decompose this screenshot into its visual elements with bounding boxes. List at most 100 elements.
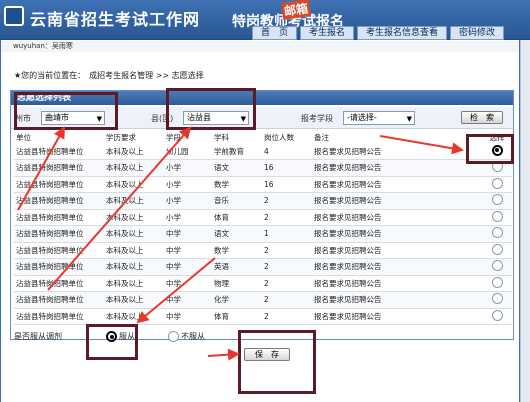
- table-row: 沾益县特岗招聘单位 本科及以上 小学 音乐 2 报名要求见招聘公告: [14, 192, 512, 210]
- row-select-radio[interactable]: [491, 177, 503, 189]
- user-strip: wuyuhan：吴雨寒: [1, 41, 519, 52]
- row-select-radio[interactable]: [491, 276, 503, 288]
- cell-unit: 沾益县特岗招聘单位: [14, 291, 104, 309]
- table-row: 沾益县特岗招聘单位 本科及以上 中学 语文 1 报名要求见招聘公告: [14, 225, 512, 243]
- table-row: 沾益县特岗招聘单位 本科及以上 小学 语文 16 报名要求见招聘公告: [14, 159, 512, 177]
- col-unit: 单位: [14, 131, 104, 143]
- nav-password[interactable]: 密码修改: [450, 26, 505, 40]
- scrollbar[interactable]: [520, 40, 530, 402]
- cell-edu: 本科及以上: [104, 275, 164, 292]
- cell-note: 报名要求见招聘公告: [312, 242, 482, 259]
- cell-edu: 本科及以上: [104, 176, 164, 193]
- cell-edu: 本科及以上: [104, 308, 164, 325]
- nav-register-view[interactable]: 考生报名信息查看: [357, 26, 448, 40]
- obey-no-radio[interactable]: [168, 331, 179, 342]
- cell-edu: 本科及以上: [104, 258, 164, 276]
- volunteer-table: 单位 学历要求 学段 学科 岗位人数 备注 选择 沾益县特岗招聘单位 本科及以上幼…: [14, 131, 512, 325]
- breadcrumb: ★您的当前位置在： 成招考生报名管理 >> 志愿选择: [14, 71, 204, 80]
- cell-note: 报名要求见招聘公告: [312, 258, 482, 276]
- col-count: 岗位人数: [262, 131, 312, 143]
- cell-stage: 小学: [164, 159, 212, 177]
- row-select-radio[interactable]: [491, 210, 503, 222]
- cell-note: 报名要求见招聘公告: [312, 225, 482, 243]
- cell-edu: 本科及以上: [104, 159, 164, 177]
- cell-edu: 本科及以上: [104, 143, 164, 160]
- row-select-radio[interactable]: [491, 293, 503, 305]
- annotation-box-obey: [86, 324, 138, 360]
- row-select-radio[interactable]: [491, 243, 503, 255]
- cell-count: 2: [262, 192, 312, 210]
- cell-count: 2: [262, 209, 312, 226]
- cell-subject: 语文: [212, 159, 262, 177]
- cell-count: 16: [262, 176, 312, 193]
- cell-edu: 本科及以上: [104, 225, 164, 243]
- cell-note: 报名要求见招聘公告: [312, 192, 482, 210]
- cell-stage: 中学: [164, 258, 212, 276]
- cell-count: 2: [262, 242, 312, 259]
- cell-count: 2: [262, 258, 312, 276]
- table-row: 沾益县特岗招聘单位 本科及以上 小学 体育 2 报名要求见招聘公告: [14, 209, 512, 226]
- chevron-down-icon: ▼: [406, 115, 412, 123]
- col-note: 备注: [312, 131, 482, 143]
- cell-select: [482, 209, 512, 226]
- cell-subject: 语文: [212, 225, 262, 243]
- top-nav: 首 页 考生报名 考生报名信息查看 密码修改: [252, 26, 507, 40]
- cell-unit: 沾益县特岗招聘单位: [14, 209, 104, 226]
- cell-unit: 沾益县特岗招聘单位: [14, 308, 104, 325]
- cell-count: 1: [262, 225, 312, 243]
- row-select-radio[interactable]: [491, 227, 503, 239]
- cell-stage: 中学: [164, 308, 212, 325]
- col-stage: 学段: [164, 131, 212, 143]
- cell-stage: 小学: [164, 209, 212, 226]
- cell-note: 报名要求见招聘公告: [312, 275, 482, 292]
- cell-unit: 沾益县特岗招聘单位: [14, 275, 104, 292]
- nav-register[interactable]: 考生报名: [300, 26, 355, 40]
- table-header-row: 单位 学历要求 学段 学科 岗位人数 备注 选择: [14, 131, 512, 143]
- cell-note: 报名要求见招聘公告: [312, 209, 482, 226]
- cell-stage: 小学: [164, 192, 212, 210]
- cell-select: [482, 242, 512, 259]
- cell-subject: 体育: [212, 209, 262, 226]
- query-button[interactable]: 检 索: [461, 111, 503, 124]
- col-subject: 学科: [212, 131, 262, 143]
- table-body: 沾益县特岗招聘单位 本科及以上 幼儿园 学前教育 4 报名要求见招聘公告 沾益县特岗招聘单位…: [14, 143, 512, 325]
- cell-unit: 沾益县特岗招聘单位: [14, 159, 104, 177]
- table-row: 沾益县特岗招聘单位 本科及以上 中学 英语 2 报名要求见招聘公告: [14, 258, 512, 276]
- table-row: 沾益县特岗招聘单位 本科及以上 中学 体育 2 报名要求见招聘公告: [14, 308, 512, 325]
- cell-select: [482, 308, 512, 325]
- table-row: 沾益县特岗招聘单位 本科及以上 幼儿园 学前教育 4 报名要求见招聘公告: [14, 143, 512, 160]
- cell-stage: 中学: [164, 275, 212, 292]
- cell-stage: 中学: [164, 225, 212, 243]
- site-header: 云南省招生考试工作网 特岗教师考试报名 邮箱 首 页 考生报名 考生报名信息查看…: [0, 0, 530, 40]
- cell-select: [482, 275, 512, 292]
- cell-unit: 沾益县特岗招聘单位: [14, 176, 104, 193]
- cell-unit: 沾益县特岗招聘单位: [14, 192, 104, 210]
- annotation-box-select: [466, 134, 514, 164]
- row-select-radio[interactable]: [491, 194, 503, 206]
- cell-stage: 中学: [164, 242, 212, 259]
- cell-stage: 中学: [164, 291, 212, 309]
- cell-note: 报名要求见招聘公告: [312, 159, 482, 177]
- annotation-box-county: [166, 88, 256, 130]
- nav-home[interactable]: 首 页: [252, 26, 298, 40]
- cell-select: [482, 291, 512, 309]
- school-select[interactable]: -请选择- ▼: [343, 111, 415, 125]
- cell-select: [482, 176, 512, 193]
- cell-subject: 数学: [212, 242, 262, 259]
- cell-edu: 本科及以上: [104, 291, 164, 309]
- school-select-value: -请选择-: [347, 113, 377, 122]
- obey-no-option[interactable]: 不服从: [168, 331, 205, 342]
- cell-note: 报名要求见招聘公告: [312, 143, 482, 160]
- cell-subject: 化学: [212, 291, 262, 309]
- row-select-radio[interactable]: [491, 260, 503, 272]
- cell-note: 报名要求见招聘公告: [312, 308, 482, 325]
- col-edu: 学历要求: [104, 131, 164, 143]
- table-row: 沾益县特岗招聘单位 本科及以上 中学 物理 2 报名要求见招聘公告: [14, 275, 512, 292]
- cell-subject: 数学: [212, 176, 262, 193]
- cell-select: [482, 225, 512, 243]
- row-select-radio[interactable]: [491, 309, 503, 321]
- cell-unit: 沾益县特岗招聘单位: [14, 225, 104, 243]
- cell-count: 2: [262, 275, 312, 292]
- cell-note: 报名要求见招聘公告: [312, 176, 482, 193]
- cell-edu: 本科及以上: [104, 242, 164, 259]
